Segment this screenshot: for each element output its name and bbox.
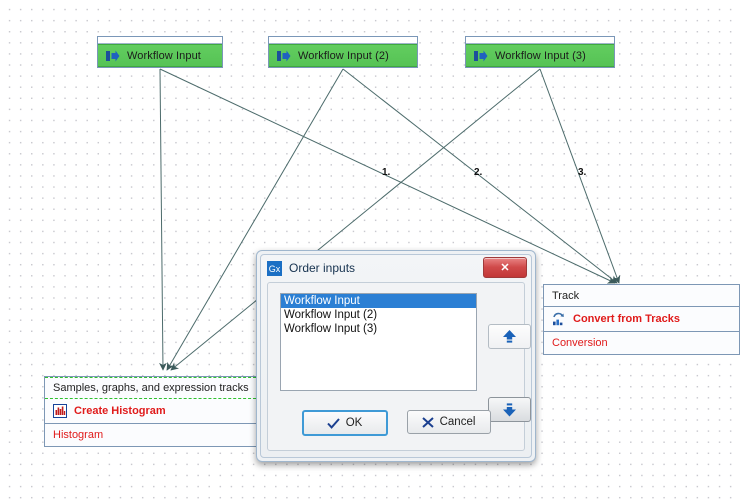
dialog-titlebar[interactable]: Gx Order inputs ✕	[261, 255, 531, 281]
edge-order-label-3: 3.	[578, 167, 587, 178]
workflow-input-label: Workflow Input (3)	[495, 49, 586, 62]
workflow-input-node-1[interactable]: Workflow Input	[97, 36, 223, 68]
order-inputs-dialog[interactable]: Gx Order inputs ✕ Workflow Input Workflo…	[256, 250, 536, 462]
dialog-inner: Gx Order inputs ✕ Workflow Input Workflo…	[260, 254, 532, 458]
node-cap	[466, 37, 614, 44]
check-icon	[326, 417, 340, 429]
workflow-input-icon	[277, 50, 291, 61]
node-input-port-convert[interactable]: Track	[544, 285, 739, 307]
list-item[interactable]: Workflow Input (2)	[281, 308, 476, 322]
cancel-button[interactable]: Cancel	[406, 410, 491, 434]
node-output-port-convert[interactable]: Conversion	[544, 332, 739, 354]
node-body[interactable]: Workflow Input (3)	[466, 44, 614, 67]
workflow-input-icon	[106, 50, 120, 61]
node-output-label: Histogram	[53, 429, 104, 441]
node-input-label: Samples, graphs, and expression tracks	[53, 382, 249, 394]
dialog-body: Workflow Input Workflow Input (2) Workfl…	[267, 282, 531, 451]
list-item[interactable]: Workflow Input	[281, 294, 476, 308]
node-cap	[269, 37, 417, 44]
move-up-button[interactable]	[488, 324, 531, 349]
node-title-histogram: Create Histogram	[74, 405, 166, 417]
edge-order-label-1: 1.	[382, 167, 391, 178]
cancel-button-label: Cancel	[439, 416, 476, 428]
workflow-input-label: Workflow Input	[127, 49, 201, 62]
create-histogram-node[interactable]: Samples, graphs, and expression tracks C…	[44, 376, 257, 447]
node-output-port-histogram[interactable]: Histogram	[45, 424, 256, 446]
node-output-label: Conversion	[552, 337, 608, 349]
gx-icon: Gx	[267, 260, 282, 276]
dialog-title: Order inputs	[289, 261, 356, 275]
edge-order-label-2: 2.	[474, 167, 483, 178]
ok-button[interactable]: OK	[301, 410, 388, 436]
node-body[interactable]: Workflow Input	[98, 44, 222, 67]
workflow-input-node-2[interactable]: Workflow Input (2)	[268, 36, 418, 68]
histogram-icon	[53, 404, 67, 418]
workflow-input-icon	[474, 50, 488, 61]
node-title-convert: Convert from Tracks	[573, 313, 680, 325]
x-icon	[421, 416, 434, 428]
dialog-button-row: OK Cancel	[268, 410, 524, 436]
node-input-port-histogram[interactable]: Samples, graphs, and expression tracks	[45, 377, 256, 399]
close-icon[interactable]: ✕	[483, 257, 527, 278]
workflow-input-label: Workflow Input (2)	[298, 49, 389, 62]
arrow-up-icon	[503, 329, 516, 343]
convert-from-tracks-icon	[553, 312, 564, 326]
convert-from-tracks-node[interactable]: Track Convert from Tracks Conversion	[543, 284, 740, 355]
workflow-input-node-3[interactable]: Workflow Input (3)	[465, 36, 615, 68]
node-title-row-convert[interactable]: Convert from Tracks	[544, 307, 739, 332]
node-title-row-histogram[interactable]: Create Histogram	[45, 399, 256, 424]
svg-text:Gx: Gx	[269, 264, 281, 274]
list-item[interactable]: Workflow Input (3)	[281, 322, 476, 336]
ok-button-label: OK	[345, 417, 363, 429]
order-inputs-list[interactable]: Workflow Input Workflow Input (2) Workfl…	[280, 293, 477, 391]
node-cap	[98, 37, 222, 44]
node-input-label: Track	[552, 289, 580, 302]
node-body[interactable]: Workflow Input (2)	[269, 44, 417, 67]
